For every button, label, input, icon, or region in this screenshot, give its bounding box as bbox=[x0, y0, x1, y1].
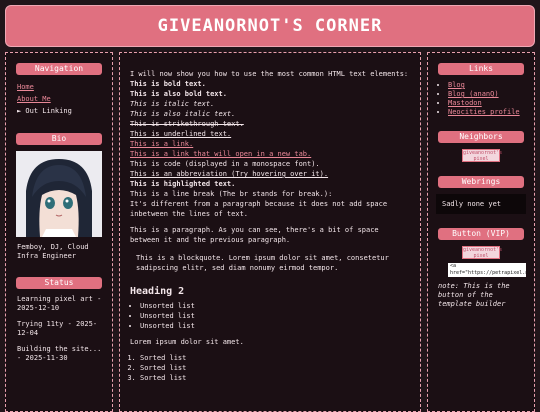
list-item: Unsorted list bbox=[140, 311, 410, 321]
neighbor-button-badge[interactable]: giveanornot's pixel bbox=[462, 149, 502, 162]
site-title: GIVEANORNOT'S CORNER bbox=[157, 16, 383, 36]
vip-button-badge[interactable]: giveanornot's pixel bbox=[462, 246, 502, 259]
list-item: Sorted list bbox=[140, 353, 410, 363]
nav-item-home[interactable]: Home bbox=[17, 81, 112, 93]
link-neocities-text[interactable]: Neocities profile bbox=[448, 108, 520, 116]
nav-item-out-linking: ► Out Linking bbox=[17, 105, 112, 117]
bio-title: Bio bbox=[16, 133, 102, 145]
avatar-image bbox=[16, 151, 102, 237]
navigation-list: Home About Me ► Out Linking bbox=[6, 81, 112, 117]
code-text: This is code (displayed in a monospace f… bbox=[130, 160, 320, 168]
blockquote: This is a blockquote. Lorem ipsum dolor … bbox=[136, 254, 389, 272]
status-entry: Trying 11ty - 2025-12-04 bbox=[17, 320, 98, 337]
main-content: I will now show you how to use the most … bbox=[119, 52, 421, 412]
webrings-title: Webrings bbox=[438, 176, 524, 188]
vip-title: Button (VIP) bbox=[438, 228, 524, 240]
link-mastodon-text[interactable]: Mastodon bbox=[448, 99, 482, 107]
abbreviation-text[interactable]: This is an abbreviation (Try hovering ov… bbox=[130, 169, 410, 179]
heading-2: Heading 2 bbox=[130, 286, 185, 297]
status-entry: Building the site... - 2025-11-30 bbox=[17, 345, 102, 362]
strikethrough-text: This is strikethrough text. bbox=[130, 120, 244, 128]
link-blog[interactable]: Blog bbox=[448, 81, 534, 90]
underlined-text: This is underlined text. bbox=[130, 130, 232, 138]
line-break-text-2: It's different from a paragraph because … bbox=[130, 200, 388, 218]
link-blog-text[interactable]: Blog bbox=[448, 81, 465, 89]
list-item: Unsorted list bbox=[140, 301, 410, 311]
link-blog-ananq[interactable]: Blog (ananQ) bbox=[448, 90, 534, 99]
example-link[interactable]: This is a link. bbox=[130, 139, 410, 149]
intro-text: I will now show you how to use the most … bbox=[130, 70, 409, 78]
nav-item-about[interactable]: About Me bbox=[17, 93, 112, 105]
line-break-text: This is a line break (The br stands for … bbox=[130, 190, 333, 198]
link-mastodon[interactable]: Mastodon bbox=[448, 99, 534, 108]
links-list: Blog Blog (ananQ) Mastodon Neocities pro… bbox=[428, 81, 534, 117]
paragraph-text: This is a paragraph. As you can see, the… bbox=[130, 226, 379, 244]
status-title: Status bbox=[16, 277, 102, 289]
example-link-new-tab[interactable]: This is a link that will open in a new t… bbox=[130, 149, 410, 159]
site-header: GIVEANORNOT'S CORNER bbox=[5, 5, 535, 47]
neighbors-title: Neighbors bbox=[438, 131, 524, 143]
italic-text: This is italic text. bbox=[130, 100, 215, 108]
list-item: Sorted list bbox=[140, 373, 410, 383]
navigation-title: Navigation bbox=[16, 63, 102, 75]
bold-text-alt: This is also bold text. bbox=[130, 90, 227, 98]
links-title: Links bbox=[438, 63, 524, 75]
link-blog-ananq-text[interactable]: Blog (ananQ) bbox=[448, 90, 499, 98]
bold-text: This is bold text. bbox=[130, 80, 206, 88]
nav-current-out-linking: ► Out Linking bbox=[17, 107, 72, 115]
sorted-list: Sorted list Sorted list Sorted list bbox=[130, 353, 410, 383]
list-item: Sorted list bbox=[140, 363, 410, 373]
webrings-box: Sadly none yet bbox=[436, 194, 526, 214]
lorem-text: Lorem ipsum dolor sit amet. bbox=[130, 338, 244, 346]
nav-link-home[interactable]: Home bbox=[17, 83, 34, 91]
bio-text: Femboy, DJ, Cloud Infra Engineer bbox=[17, 243, 89, 260]
italic-text-alt: This is also italic text. bbox=[130, 110, 236, 118]
link-neocities[interactable]: Neocities profile bbox=[448, 108, 534, 117]
vip-code-textbox[interactable]: <a href="https://petrapixel.neocities.or… bbox=[448, 263, 526, 277]
left-sidebar: Navigation Home About Me ► Out Linking B… bbox=[5, 52, 113, 412]
nav-link-about[interactable]: About Me bbox=[17, 95, 51, 103]
highlighted-text: This is highlighted text. bbox=[130, 180, 236, 188]
unsorted-list: Unsorted list Unsorted list Unsorted lis… bbox=[130, 301, 410, 331]
list-item: Unsorted list bbox=[140, 321, 410, 331]
status-entry: Learning pixel art - 2025-12-10 bbox=[17, 295, 102, 312]
right-sidebar: Links Blog Blog (ananQ) Mastodon Neociti… bbox=[427, 52, 535, 412]
vip-note: note: This is the button of the template… bbox=[438, 282, 510, 308]
